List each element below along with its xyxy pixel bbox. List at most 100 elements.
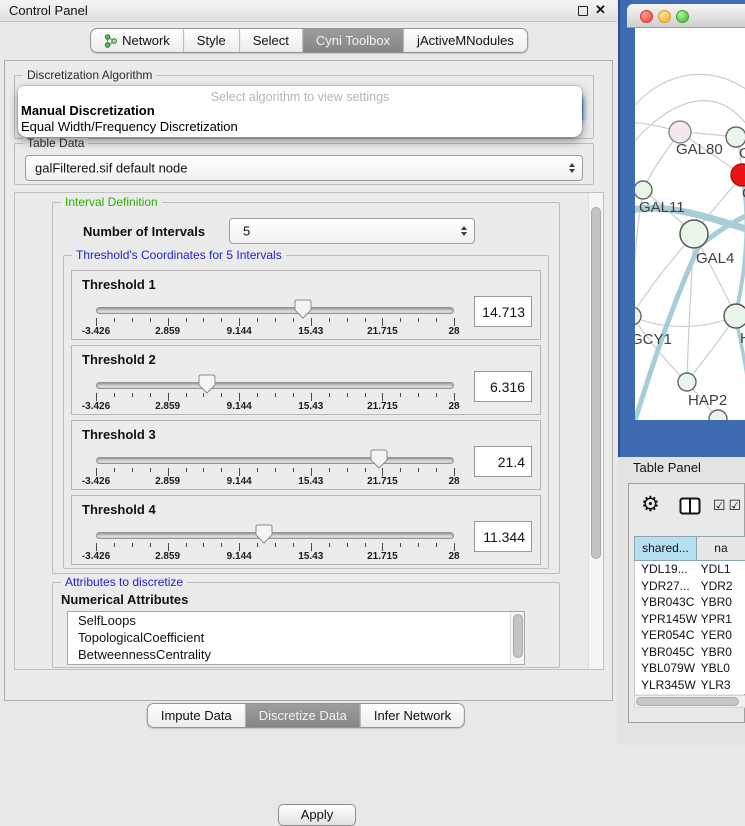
scrollbar-thumb[interactable] (636, 697, 739, 706)
slider-handle[interactable] (198, 374, 216, 394)
table-cell[interactable]: YDR27... (635, 578, 698, 595)
slider-track[interactable] (96, 307, 454, 314)
slider-track[interactable] (96, 382, 454, 389)
minimize-traffic-light-icon[interactable] (658, 10, 671, 23)
tab-cyni-toolbox[interactable]: Cyni Toolbox (303, 29, 404, 52)
table-cell[interactable]: YDL1 (698, 561, 745, 578)
node-gcy1[interactable] (635, 307, 641, 325)
table-row[interactable]: YBR045CYBR0 (635, 644, 745, 661)
tab-label: Network (122, 33, 170, 48)
dropdown-option-manual[interactable]: Manual Discretization (21, 103, 155, 118)
list-item[interactable]: SelfLoops (68, 612, 524, 629)
network-canvas[interactable]: GAL80 GA C GAL11 GAL4 GCY1 H HAP2 (635, 28, 745, 420)
node-hap2[interactable] (678, 373, 696, 391)
scrollbar-thumb[interactable] (513, 614, 523, 658)
vertical-scrollbar[interactable] (588, 193, 603, 669)
table-cell[interactable]: YDL19... (635, 561, 698, 578)
table-row[interactable]: YDL19...YDL1 (635, 561, 745, 578)
table-cell[interactable]: YLR345W (635, 677, 698, 694)
tab-discretize-data[interactable]: Discretize Data (246, 704, 361, 727)
threshold-label: Threshold 4 (82, 502, 156, 517)
slider-tick-labels: -3.4262.8599.14415.4321.71528 (96, 326, 454, 338)
table-cell[interactable]: YBR0 (698, 644, 745, 661)
node-partial-top-right[interactable] (726, 127, 745, 147)
table-horizontal-scrollbar[interactable] (634, 695, 745, 708)
network-view-window[interactable]: GAL80 GA C GAL11 GAL4 GCY1 H HAP2 (618, 0, 745, 457)
scrollbar-thumb[interactable] (591, 207, 601, 559)
table-row[interactable]: YBR043CYBR0 (635, 594, 745, 611)
settings-scroll-pane: Interval Definition Number of Intervals … (14, 192, 604, 670)
node-label: GAL11 (639, 199, 685, 216)
threshold-value-field[interactable] (474, 446, 532, 477)
number-of-intervals-value: 5 (243, 224, 250, 239)
table-cell[interactable]: YER0 (698, 627, 745, 644)
tab-impute-data[interactable]: Impute Data (148, 704, 246, 727)
table-cell[interactable]: YPR1 (698, 611, 745, 628)
tab-network[interactable]: Network (91, 29, 184, 52)
control-panel-window: Control Panel ✕ Network Style Select Cyn… (0, 0, 617, 745)
list-item[interactable]: TopologicalCoefficient (68, 629, 524, 646)
table-row[interactable]: YIL052CYIL0 (635, 693, 745, 694)
tab-style[interactable]: Style (184, 29, 240, 52)
number-of-intervals-combobox[interactable]: 5 (229, 218, 475, 244)
node-gal11[interactable] (635, 181, 652, 199)
list-scrollbar[interactable] (510, 612, 524, 664)
threshold-value-field[interactable] (474, 296, 532, 327)
table-cell[interactable]: YER054C (635, 627, 698, 644)
table-cell[interactable]: YBL0 (698, 660, 745, 677)
apply-button[interactable]: Apply (278, 804, 356, 826)
tab-jactivemnodules[interactable]: jActiveMNodules (404, 29, 527, 52)
table-panel-title: Table Panel (633, 460, 701, 475)
table-panel-toolbar: ⚙ ☑☑ (629, 484, 744, 534)
split-table-icon[interactable] (679, 497, 701, 515)
table-cell[interactable]: YIL052C (635, 693, 698, 694)
right-panel: GAL80 GA C GAL11 GAL4 GCY1 H HAP2 Table … (618, 0, 745, 745)
column-header-name[interactable]: na (697, 537, 745, 560)
table-cell[interactable]: YBR0 (698, 594, 745, 611)
table-data-combobox[interactable]: galFiltered.sif default node (25, 155, 583, 181)
network-icon (104, 34, 117, 48)
slider-handle[interactable] (370, 449, 388, 469)
node-gal80[interactable] (669, 121, 691, 143)
maximize-traffic-light-icon[interactable] (676, 10, 689, 23)
table-cell[interactable]: YLR3 (698, 677, 745, 694)
table-row[interactable]: YBL079WYBL0 (635, 660, 745, 677)
node-selected-red[interactable] (731, 164, 745, 186)
table-data-label: Table Data (23, 136, 88, 150)
slider-handle[interactable] (255, 524, 273, 544)
select-columns-icons[interactable]: ☑☑ (713, 497, 744, 514)
node-label: GCY1 (635, 331, 672, 348)
table-row[interactable]: YLR345WYLR3 (635, 677, 745, 694)
column-header-shared-name[interactable]: shared... (635, 537, 697, 560)
table-cell[interactable]: YBR045C (635, 644, 698, 661)
list-item[interactable]: BetweennessCentrality (68, 646, 524, 663)
cyni-toolbox-panel: Discretization Algorithm Select algorith… (4, 60, 613, 701)
table-cell[interactable]: YBL079W (635, 660, 698, 677)
float-window-icon[interactable] (578, 6, 588, 16)
threshold-value-field[interactable] (474, 371, 532, 402)
slider-tick-labels: -3.4262.8599.14415.4321.71528 (96, 551, 454, 563)
tab-infer-network[interactable]: Infer Network (361, 704, 464, 727)
table-cell[interactable]: YBR043C (635, 594, 698, 611)
close-traffic-light-icon[interactable] (640, 10, 653, 23)
number-of-intervals-label: Number of Intervals (83, 224, 205, 239)
table-cell[interactable]: YDR2 (698, 578, 745, 595)
algorithm-dropdown-popup: Select algorithm to view settings Manual… (18, 86, 582, 137)
tab-select[interactable]: Select (240, 29, 303, 52)
table-row[interactable]: YER054CYER0 (635, 627, 745, 644)
slider-track[interactable] (96, 532, 454, 539)
table-cell[interactable]: YIL0 (698, 693, 745, 694)
threshold-value-field[interactable] (474, 521, 532, 552)
table-row[interactable]: YDR27...YDR2 (635, 578, 745, 595)
node-gal4[interactable] (680, 220, 708, 248)
network-window-titlebar[interactable] (627, 4, 745, 28)
node-label: GAL4 (696, 250, 734, 267)
close-icon[interactable]: ✕ (595, 2, 606, 18)
slider-track[interactable] (96, 457, 454, 464)
dropdown-option-equal-width[interactable]: Equal Width/Frequency Discretization (21, 119, 238, 134)
slider-handle[interactable] (294, 299, 312, 319)
table-cell[interactable]: YPR145W (635, 611, 698, 628)
table-row[interactable]: YPR145WYPR1 (635, 611, 745, 628)
gear-icon[interactable]: ⚙ (641, 492, 660, 517)
node-h[interactable] (724, 304, 745, 328)
